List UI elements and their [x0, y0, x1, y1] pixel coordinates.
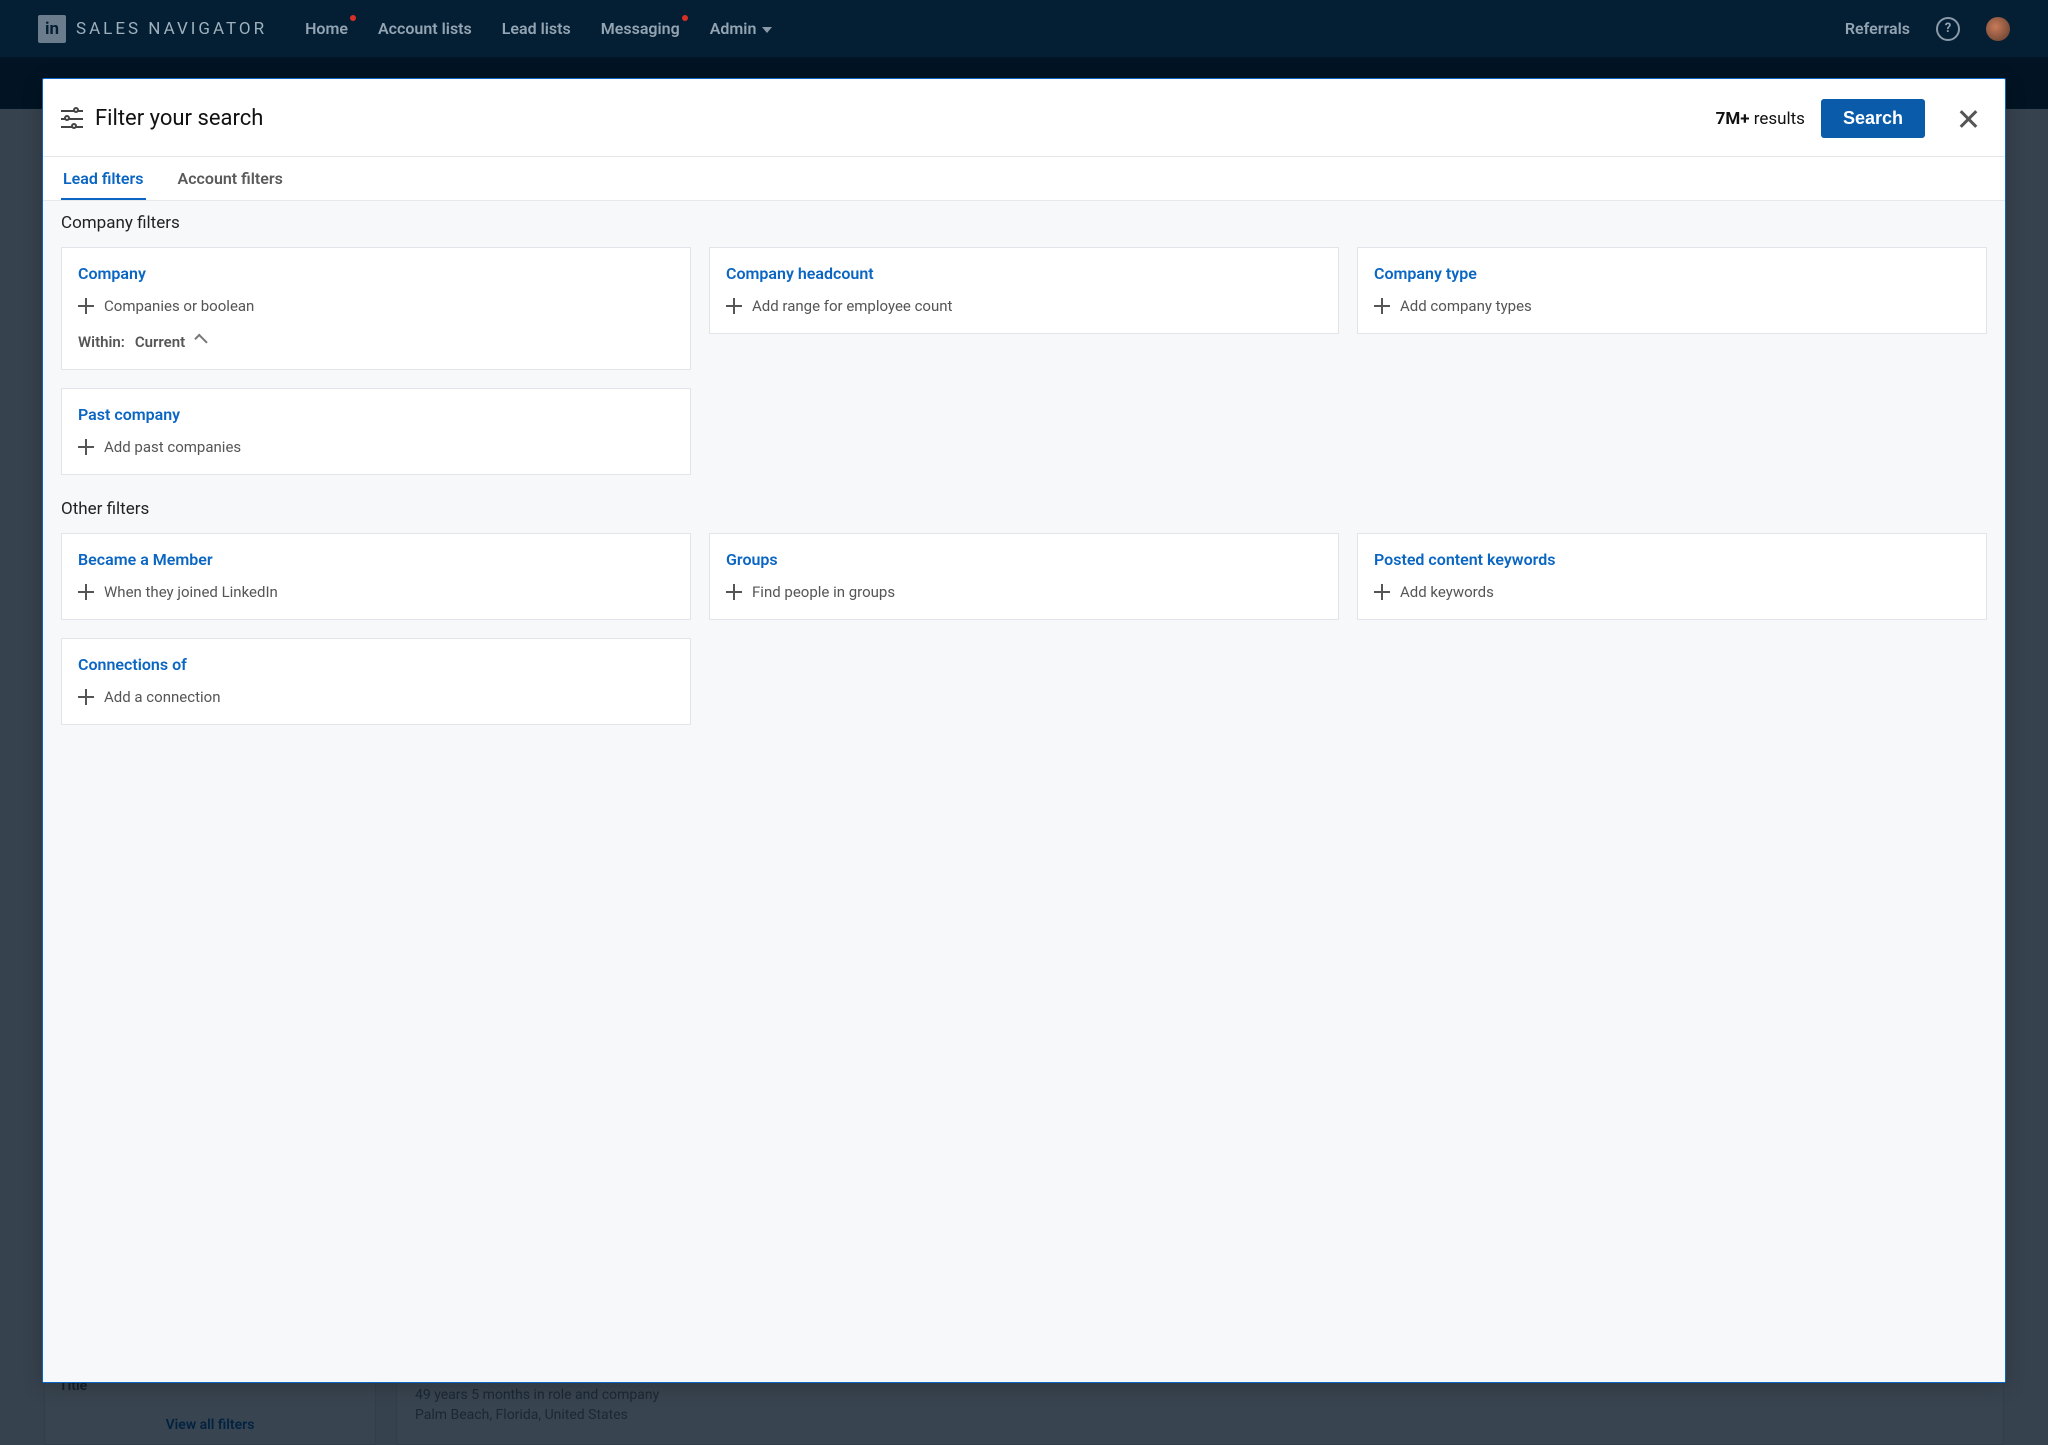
filter-action-add[interactable]: Add keywords [1374, 583, 1970, 601]
nav-messaging[interactable]: Messaging [601, 19, 680, 38]
filter-card-connections-of[interactable]: Connections of Add a connection [61, 638, 691, 725]
close-icon[interactable] [1957, 108, 1979, 130]
filter-modal: Filter your search 7M+ results Search Le… [42, 78, 2006, 1383]
nav-lead-lists[interactable]: Lead lists [502, 19, 571, 38]
notification-dot-icon [682, 15, 688, 21]
filter-action-add[interactable]: Add a connection [78, 688, 674, 706]
chevron-down-icon [762, 27, 772, 33]
search-button[interactable]: Search [1821, 99, 1925, 138]
filter-title: Groups [726, 550, 1322, 569]
filter-title: Past company [78, 405, 674, 424]
filter-action-add[interactable]: Add past companies [78, 438, 674, 456]
brand-logo[interactable]: in SALES NAVIGATOR [38, 15, 267, 43]
filter-action-add[interactable]: Add range for employee count [726, 297, 1322, 315]
filter-card-posted-content-keywords[interactable]: Posted content keywords Add keywords [1357, 533, 1987, 620]
plus-icon [78, 689, 94, 705]
filter-card-company-type[interactable]: Company type Add company types [1357, 247, 1987, 334]
linkedin-in-icon: in [38, 15, 66, 43]
filter-card-company[interactable]: Company Companies or boolean Within: Cur… [61, 247, 691, 370]
filter-title: Posted content keywords [1374, 550, 1970, 569]
tab-account-filters[interactable]: Account filters [176, 157, 285, 200]
plus-icon [726, 298, 742, 314]
plus-icon [78, 584, 94, 600]
filter-title: Company type [1374, 264, 1970, 283]
filter-card-past-company[interactable]: Past company Add past companies [61, 388, 691, 475]
filter-title: Became a Member [78, 550, 674, 569]
filter-action-add[interactable]: Add company types [1374, 297, 1970, 315]
plus-icon [78, 439, 94, 455]
nav-home[interactable]: Home [305, 19, 348, 38]
nav-menu: Home Account lists Lead lists Messaging … [305, 19, 772, 38]
avatar[interactable] [1986, 17, 2010, 41]
nav-admin[interactable]: Admin [710, 19, 773, 38]
plus-icon [726, 584, 742, 600]
plus-icon [1374, 298, 1390, 314]
filter-title: Connections of [78, 655, 674, 674]
filter-action-add[interactable]: Companies or boolean [78, 297, 674, 315]
filter-sliders-icon [61, 108, 83, 130]
filter-within[interactable]: Within: Current [78, 333, 674, 351]
modal-body: Company filters Company Companies or boo… [43, 201, 2005, 1382]
nav-referrals[interactable]: Referrals [1845, 19, 1910, 38]
plus-icon [1374, 584, 1390, 600]
filter-card-company-headcount[interactable]: Company headcount Add range for employee… [709, 247, 1339, 334]
filter-card-groups[interactable]: Groups Find people in groups [709, 533, 1339, 620]
tab-lead-filters[interactable]: Lead filters [61, 157, 146, 200]
filter-title: Company [78, 264, 674, 283]
pencil-icon [195, 334, 211, 350]
filter-title: Company headcount [726, 264, 1322, 283]
section-company-filters: Company filters [61, 213, 1987, 233]
modal-header: Filter your search 7M+ results Search [43, 79, 2005, 157]
modal-tabs: Lead filters Account filters [43, 157, 2005, 201]
result-count: 7M+ results [1716, 109, 1805, 129]
filter-card-became-member[interactable]: Became a Member When they joined LinkedI… [61, 533, 691, 620]
brand-text: SALES NAVIGATOR [76, 19, 267, 39]
notification-dot-icon [350, 15, 356, 21]
top-nav: in SALES NAVIGATOR Home Account lists Le… [0, 0, 2048, 57]
filter-action-add[interactable]: Find people in groups [726, 583, 1322, 601]
section-other-filters: Other filters [61, 499, 1987, 519]
modal-title: Filter your search [95, 106, 263, 131]
filter-action-add[interactable]: When they joined LinkedIn [78, 583, 674, 601]
help-icon[interactable]: ? [1936, 17, 1960, 41]
plus-icon [78, 298, 94, 314]
nav-account-lists[interactable]: Account lists [378, 19, 472, 38]
